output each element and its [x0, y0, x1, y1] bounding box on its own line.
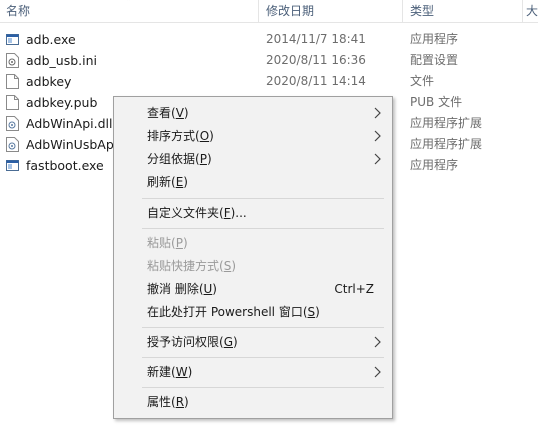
menu-item-paste: 粘贴(P)	[114, 232, 392, 254]
column-divider[interactable]	[402, 0, 403, 22]
chevron-right-icon	[374, 153, 381, 165]
chevron-right-icon	[374, 107, 381, 119]
menu-item-label: 粘贴快捷方式(S)	[147, 259, 236, 273]
menu-separator	[142, 357, 384, 358]
chevron-right-icon	[374, 366, 381, 378]
chevron-right-icon	[374, 130, 381, 142]
file-date: 2020/8/11 14:14	[266, 74, 366, 88]
column-type-header[interactable]: 类型	[410, 2, 520, 20]
file-name: fastboot.exe	[26, 158, 104, 173]
ini-file-icon	[6, 53, 19, 68]
menu-item-label: 粘贴(P)	[147, 236, 188, 250]
menu-item-label: 新建(W)	[147, 365, 193, 379]
menu-item-undo-delete[interactable]: 撤消 删除(U) Ctrl+Z	[114, 278, 392, 300]
menu-item-shortcut: Ctrl+Z	[334, 282, 374, 296]
file-type: 应用程序	[410, 32, 459, 46]
file-name: AdbWinUsbAp	[26, 137, 114, 152]
menu-item-new[interactable]: 新建(W)	[114, 361, 392, 383]
menu-item-open-powershell[interactable]: 在此处打开 Powershell 窗口(S)	[114, 301, 392, 323]
menu-item-give-access[interactable]: 授予访问权限(G)	[114, 331, 392, 353]
menu-separator	[142, 387, 384, 388]
file-type: 文件	[410, 74, 435, 88]
menu-item-group-by[interactable]: 分组依据(P)	[114, 148, 392, 170]
menu-item-label: 自定义文件夹(F)...	[147, 206, 247, 220]
menu-item-properties[interactable]: 属性(R)	[114, 391, 392, 413]
file-name: AdbWinApi.dll	[26, 116, 113, 131]
menu-separator	[142, 198, 384, 199]
menu-separator	[142, 228, 384, 229]
file-name: adbkey.pub	[26, 95, 98, 110]
file-icon	[6, 74, 19, 89]
menu-item-label: 撤消 删除(U)	[147, 282, 217, 296]
file-name: adb_usb.ini	[26, 53, 97, 68]
file-type: 配置设置	[410, 53, 459, 67]
column-divider[interactable]	[258, 0, 259, 22]
column-name-header[interactable]: 名称	[6, 2, 256, 20]
column-date-header[interactable]: 修改日期	[266, 2, 396, 20]
file-name: adb.exe	[26, 32, 76, 47]
file-row[interactable]: adb.exe 2014/11/7 18:41 应用程序	[0, 29, 538, 50]
file-date: 2014/11/7 18:41	[266, 32, 366, 46]
menu-separator	[142, 327, 384, 328]
exe-icon	[6, 34, 19, 45]
dll-icon	[6, 116, 19, 131]
menu-item-label: 查看(V)	[147, 106, 189, 120]
file-row[interactable]: adb_usb.ini 2020/8/11 16:36 配置设置	[0, 50, 538, 71]
chevron-right-icon	[374, 336, 381, 348]
column-divider[interactable]	[522, 0, 523, 22]
menu-item-label: 刷新(E)	[147, 175, 188, 189]
file-type: PUB 文件	[410, 95, 463, 109]
file-date: 2020/8/11 16:36	[266, 53, 366, 67]
file-row[interactable]: adbkey 2020/8/11 14:14 文件	[0, 71, 538, 92]
column-header: ⌃ 名称 修改日期 类型 大	[0, 0, 538, 23]
menu-item-sort-by[interactable]: 排序方式(O)	[114, 125, 392, 147]
menu-item-label: 属性(R)	[147, 395, 189, 409]
menu-item-view[interactable]: 查看(V)	[114, 102, 392, 124]
file-type: 应用程序扩展	[410, 116, 483, 130]
menu-item-customize-folder[interactable]: 自定义文件夹(F)...	[114, 202, 392, 224]
file-name: adbkey	[26, 74, 72, 89]
dll-icon	[6, 137, 19, 152]
menu-item-paste-shortcut: 粘贴快捷方式(S)	[114, 255, 392, 277]
file-icon	[6, 95, 19, 110]
menu-item-label: 在此处打开 Powershell 窗口(S)	[147, 305, 320, 319]
menu-item-label: 排序方式(O)	[147, 129, 214, 143]
menu-item-refresh[interactable]: 刷新(E)	[114, 171, 392, 193]
exe-icon	[6, 160, 19, 171]
menu-item-label: 授予访问权限(G)	[147, 335, 238, 349]
menu-item-label: 分组依据(P)	[147, 152, 212, 166]
file-type: 应用程序扩展	[410, 137, 483, 151]
context-menu: 查看(V) 排序方式(O) 分组依据(P) 刷新(E) 自定义文件夹(F)...…	[113, 96, 393, 419]
file-type: 应用程序	[410, 158, 459, 172]
column-size-header[interactable]: 大	[526, 2, 538, 20]
